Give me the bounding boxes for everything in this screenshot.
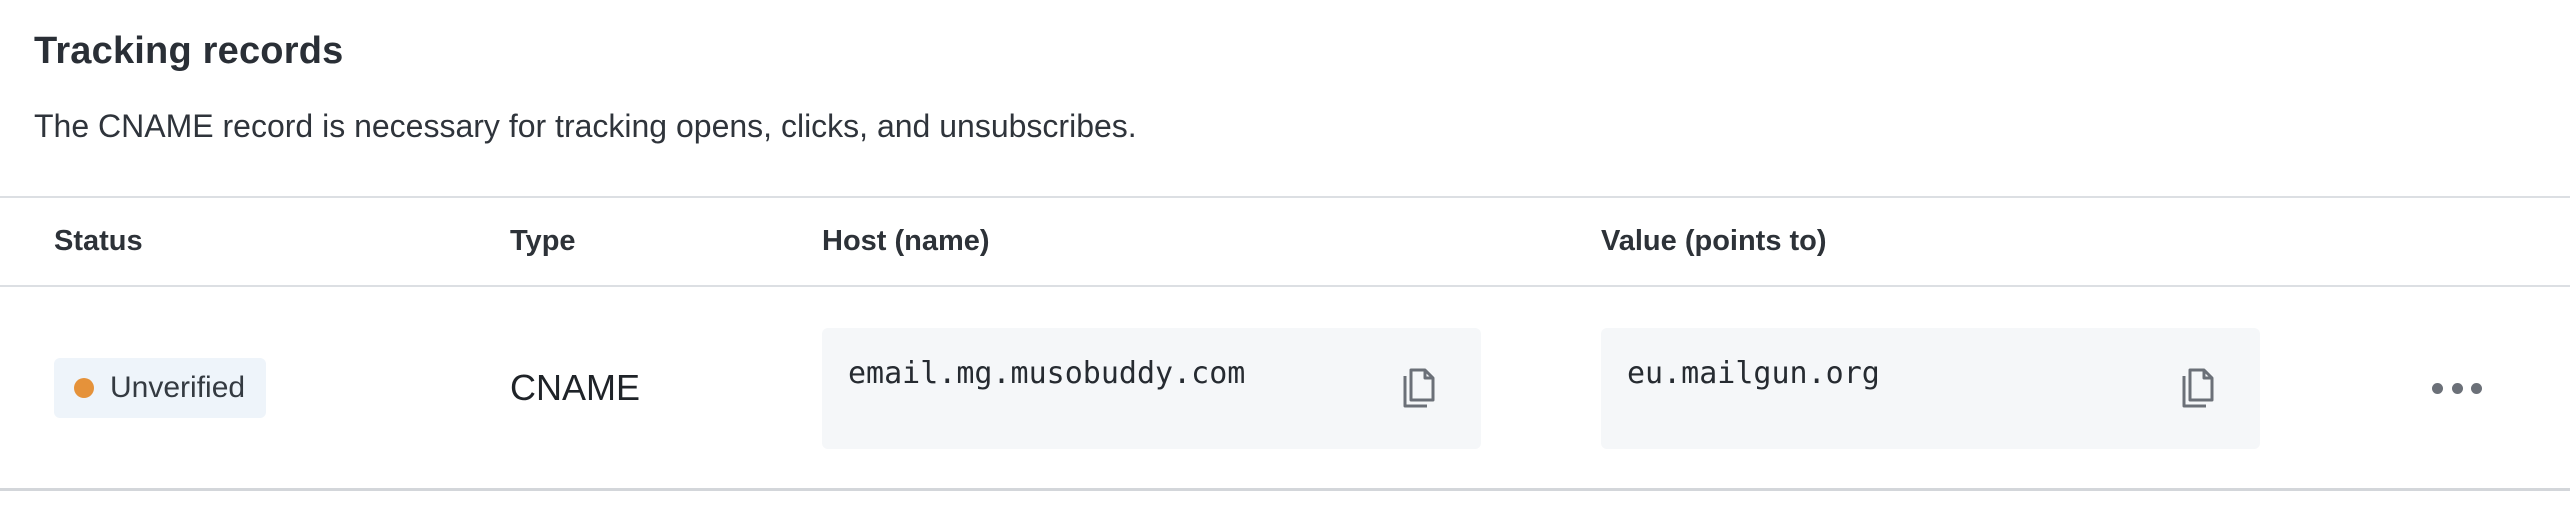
status-dot [74,378,94,398]
table-header-divider [0,285,2570,287]
value-text: eu.mailgun.org [1627,356,1880,391]
column-header-status: Status [54,225,143,257]
status-badge: Unverified [54,358,266,418]
more-options-icon [2432,382,2482,394]
column-header-value: Value (points to) [1601,225,1827,257]
record-type: CNAME [510,367,641,408]
table-top-divider [0,196,2570,198]
copy-icon [2182,368,2214,408]
copy-icon [1403,368,1435,408]
host-value-box: email.mg.musobuddy.com [822,328,1481,449]
copy-host-button[interactable] [1395,362,1443,414]
host-value-text: email.mg.musobuddy.com [848,356,1246,391]
value-box: eu.mailgun.org [1601,328,2260,449]
table-bottom-divider [0,488,2570,491]
more-options-button[interactable] [2432,368,2482,408]
status-label: Unverified [110,371,246,404]
section-title: Tracking records [34,30,344,72]
tracking-records-section: Tracking records The CNAME record is nec… [0,0,2570,530]
copy-value-button[interactable] [2174,362,2222,414]
section-description: The CNAME record is necessary for tracki… [34,108,1137,144]
column-header-host: Host (name) [822,225,990,257]
column-header-type: Type [510,225,576,257]
